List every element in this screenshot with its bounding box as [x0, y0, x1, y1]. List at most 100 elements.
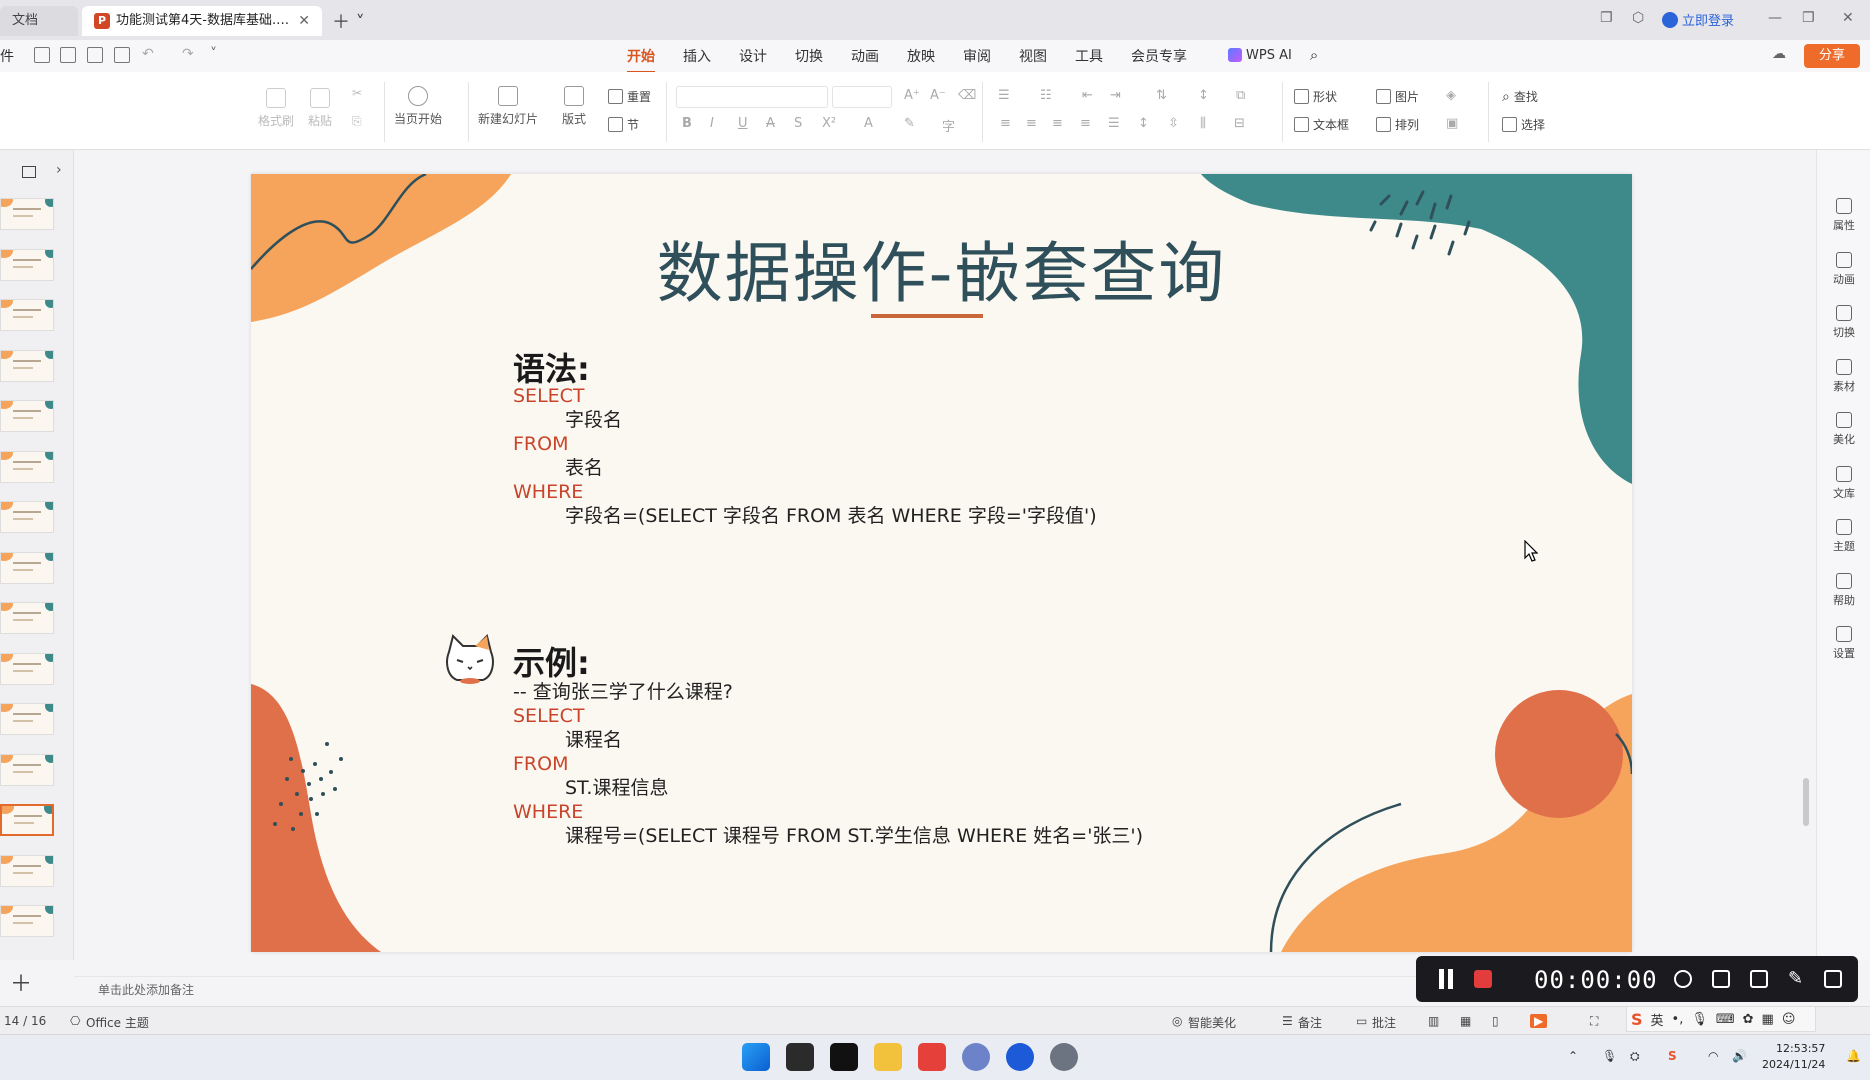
sidebar-item-animation[interactable]: 动画 [1817, 251, 1870, 287]
column-icon[interactable]: ⫼ [1200, 116, 1206, 131]
convert-icon[interactable]: ⧉ [1236, 88, 1245, 103]
save-icon[interactable] [34, 47, 50, 63]
notes-toggle-button[interactable]: 备注 [1298, 1014, 1322, 1031]
export-icon[interactable] [60, 47, 76, 63]
tab-review[interactable]: 审阅 [963, 46, 991, 66]
sidebar-item-assets[interactable]: 素材 [1817, 358, 1870, 394]
italic-icon[interactable]: I [710, 116, 714, 131]
sidebar-item-properties[interactable]: 属性 [1817, 198, 1870, 233]
cloud-upload-icon[interactable]: ☁ [1772, 46, 1786, 62]
paragraph-spacing-icon[interactable]: ⇳ [1168, 116, 1179, 131]
minimize-button[interactable]: — [1768, 10, 1782, 26]
tab-active-document[interactable]: P 功能测试第4天-数据库基础.pptx ✕ [82, 6, 322, 36]
underline-icon[interactable]: U [738, 116, 748, 131]
slide-thumbnail[interactable] [0, 501, 54, 533]
reading-view-icon[interactable]: ▯ [1492, 1014, 1499, 1028]
camera-icon[interactable] [1750, 970, 1768, 988]
font-size-select[interactable] [832, 86, 892, 108]
quick-access-more-icon[interactable]: ˅ [210, 46, 217, 62]
justify-icon[interactable]: ≡ [1080, 116, 1091, 131]
tab-view[interactable]: 视图 [1019, 46, 1047, 66]
mascot-icon[interactable]: ☺ [1782, 1012, 1796, 1027]
close-tab-icon[interactable]: ✕ [298, 6, 310, 36]
slide-thumbnail[interactable] [0, 854, 54, 887]
sidebar-item-transition[interactable]: 切换 [1817, 305, 1870, 340]
avatar-app-icon[interactable] [962, 1043, 990, 1071]
slide-thumbnail[interactable] [0, 248, 54, 281]
strikethrough-icon[interactable]: A [766, 116, 775, 131]
line-spacing-icon[interactable]: ↕ [1138, 116, 1149, 131]
redo-icon[interactable]: ↷ [182, 46, 194, 62]
sidebar-item-library[interactable]: 文库 [1817, 465, 1870, 501]
tab-home[interactable]: 开始 [627, 46, 655, 73]
increase-indent-icon[interactable]: ⇥ [1110, 88, 1121, 103]
fit-window-icon[interactable]: ⛶ [1590, 1014, 1598, 1029]
arrange-button[interactable]: 排列 [1376, 116, 1419, 133]
print-preview-icon[interactable] [114, 47, 130, 63]
tab-tools[interactable]: 工具 [1075, 46, 1103, 66]
stop-record-icon[interactable] [1474, 970, 1492, 988]
tray-microphone-icon[interactable]: 🎙 [1602, 1049, 1617, 1063]
sidebar-item-theme[interactable]: 主题 [1817, 519, 1870, 554]
bullet-list-icon[interactable]: ☰ [998, 88, 1010, 103]
keyboard-icon[interactable]: ⌨ [1716, 1012, 1735, 1027]
slide-thumbnail[interactable] [0, 753, 54, 786]
align-center-icon[interactable]: ≡ [1026, 116, 1037, 131]
toolbox-icon[interactable]: ▦ [1762, 1012, 1774, 1027]
outline-icon[interactable]: ▣ [1446, 116, 1458, 131]
tray-network-app-icon[interactable]: ⛭ [1630, 1049, 1640, 1064]
new-slide-button[interactable]: 新建幻灯片 [478, 86, 538, 127]
wifi-icon[interactable]: ◠ [1708, 1049, 1718, 1063]
screenshot-target-icon[interactable] [1674, 970, 1692, 988]
search-icon[interactable]: ⌕ [1310, 46, 1318, 64]
add-slide-button[interactable]: ＋ [10, 966, 32, 998]
slide-canvas[interactable]: 数据操作-嵌套查询 语法: SELECT 字段名 FROM 表名 WHERE 字段名=(S… [251, 174, 1632, 952]
tiktok-icon[interactable] [830, 1043, 858, 1071]
pause-icon[interactable] [1436, 969, 1456, 989]
slide-thumbnail[interactable] [0, 652, 54, 685]
settings-gear-icon[interactable] [1050, 1043, 1078, 1071]
share-button[interactable]: 分享 [1804, 44, 1860, 68]
collapse-icon[interactable] [1712, 970, 1730, 988]
layout-button[interactable]: 版式 [562, 86, 586, 127]
vertical-scrollbar[interactable] [1802, 160, 1810, 940]
print-icon[interactable] [87, 47, 103, 63]
punctuation-icon[interactable]: •, [1672, 1012, 1684, 1027]
superscript-icon[interactable]: X² [822, 116, 836, 131]
window-icon[interactable] [1824, 970, 1842, 988]
char-spacing-icon[interactable]: 字 [942, 116, 955, 135]
wps-ai-button[interactable]: WPS AI ⌕ [1228, 46, 1318, 64]
sidebar-item-settings[interactable]: 设置 [1817, 626, 1870, 661]
ime-mode-label[interactable]: 英 [1651, 1010, 1664, 1029]
tab-slideshow[interactable]: 放映 [907, 46, 935, 66]
browser-icon[interactable] [1006, 1043, 1034, 1071]
tab-insert[interactable]: 插入 [683, 46, 711, 66]
start-menu-icon[interactable] [742, 1043, 770, 1071]
highlight-icon[interactable]: ✎ [904, 116, 915, 131]
font-color-icon[interactable]: A [864, 116, 873, 131]
bold-icon[interactable]: B [682, 116, 692, 131]
copy-icon[interactable]: ⎘ [352, 114, 362, 129]
comments-button[interactable]: 批注 [1372, 1014, 1396, 1031]
slide-thumbnail[interactable] [0, 400, 54, 432]
window-layout-icon[interactable]: ❐ [1600, 10, 1613, 26]
tray-expand-icon[interactable]: ⌃ [1568, 1049, 1578, 1063]
new-tab-button[interactable]: ＋ ˅ [332, 8, 365, 34]
cut-icon[interactable]: ✂ [352, 86, 362, 100]
grid-view-icon[interactable]: ▦ [1460, 1014, 1471, 1028]
skin-icon[interactable]: ✿ [1743, 1012, 1754, 1027]
slide-thumbnail[interactable] [0, 602, 54, 634]
smart-beautify-button[interactable]: 智能美化 [1188, 1014, 1236, 1031]
slideshow-play-icon[interactable]: ▶ [1530, 1014, 1548, 1028]
align-left-icon[interactable]: ≡ [1000, 116, 1011, 131]
sidebar-item-help[interactable]: 帮助 [1817, 572, 1870, 608]
tab-animation[interactable]: 动画 [851, 46, 879, 66]
login-button[interactable]: 立即登录 [1662, 10, 1734, 29]
tab-design[interactable]: 设计 [739, 46, 767, 66]
slide-thumbnail[interactable] [0, 804, 54, 836]
slide-view-icon[interactable] [22, 166, 36, 178]
shadow-icon[interactable]: S [794, 116, 802, 131]
slide-thumbnail[interactable] [0, 450, 54, 483]
slide-thumbnail[interactable] [0, 349, 54, 382]
textbox-button[interactable]: 文本框 [1294, 116, 1349, 133]
